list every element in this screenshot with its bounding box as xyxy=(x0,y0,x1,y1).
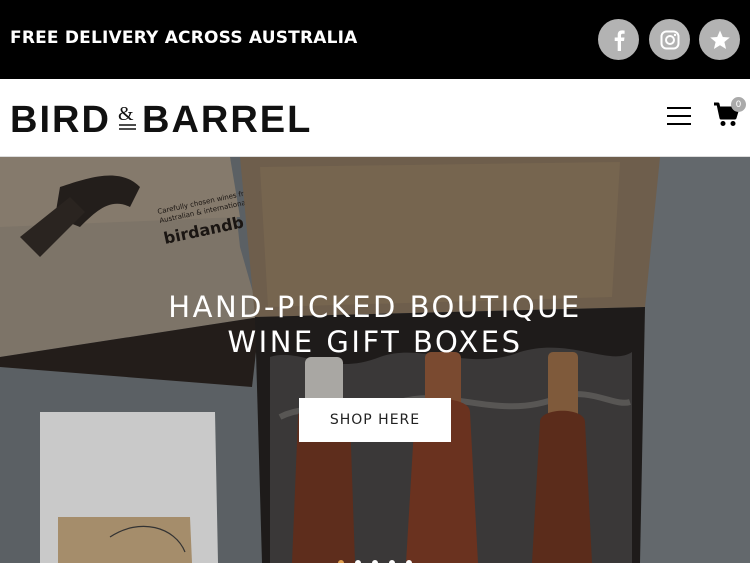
logo-part1: BIRD xyxy=(10,99,111,138)
facebook-icon xyxy=(614,29,625,51)
hero-background-image: Carefully chosen wines from Australian &… xyxy=(0,157,750,563)
hero-headline-line2: WINE GIFT BOXES xyxy=(227,325,523,359)
bird-and-barrel-logo[interactable]: BIRD & BARREL xyxy=(10,98,310,142)
cart-count-badge: 0 xyxy=(731,97,746,112)
shop-here-button[interactable]: SHOP HERE xyxy=(299,398,451,442)
review-star-link[interactable] xyxy=(699,19,740,60)
logo-part2: BARREL xyxy=(142,99,310,138)
hamburger-menu-icon[interactable] xyxy=(667,106,691,126)
facebook-link[interactable] xyxy=(598,19,639,60)
top-announcement-bar: FREE DELIVERY ACROSS AUSTRALIA xyxy=(0,0,750,79)
free-delivery-text: FREE DELIVERY ACROSS AUSTRALIA xyxy=(10,28,358,48)
hero-headline-line1: HAND-PICKED BOUTIQUE xyxy=(168,290,582,324)
star-icon xyxy=(709,30,730,49)
instagram-icon xyxy=(660,30,679,49)
hero-headline: HAND-PICKED BOUTIQUE WINE GIFT BOXES xyxy=(0,290,750,360)
instagram-link[interactable] xyxy=(649,19,690,60)
site-header: BIRD & BARREL xyxy=(0,79,750,157)
hero-banner: Carefully chosen wines from Australian &… xyxy=(0,157,750,563)
logo-ampersand: & xyxy=(118,103,134,125)
